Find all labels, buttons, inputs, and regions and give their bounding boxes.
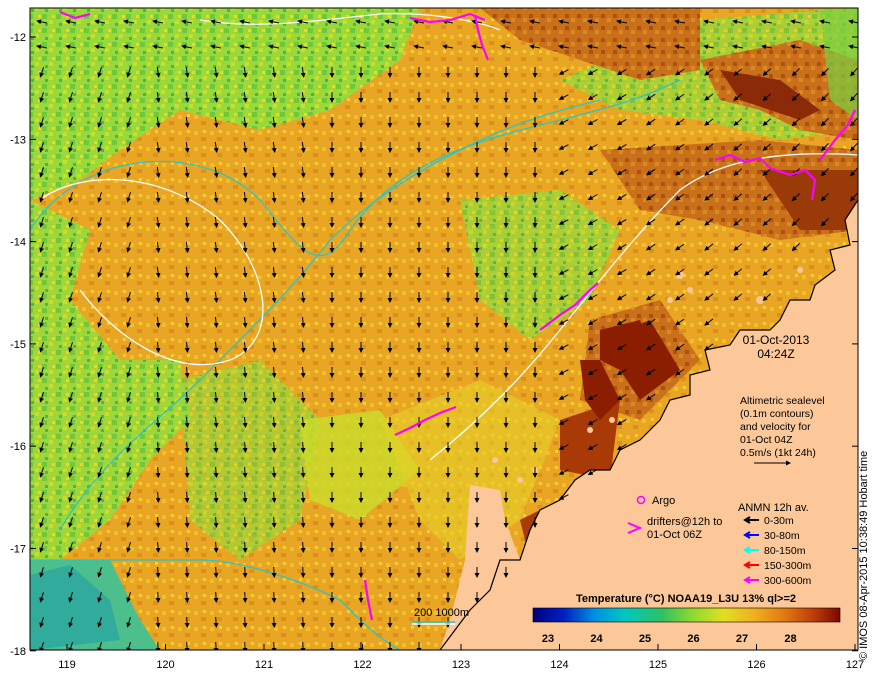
svg-text:01-Oct 04Z: 01-Oct 04Z xyxy=(740,434,793,446)
colorbar-tick-label: 25 xyxy=(639,633,651,645)
isobath-label: 200 1000m xyxy=(414,607,469,619)
velocity-arrow xyxy=(184,616,190,628)
colorbar-tick-label: 24 xyxy=(590,633,603,645)
velocity-arrow xyxy=(300,566,306,578)
lon-tick-label: 122 xyxy=(353,659,371,671)
anmn-1: 30-80m xyxy=(764,530,800,542)
velocity-arrow xyxy=(242,591,248,603)
velocity-arrow xyxy=(213,566,219,578)
velocity-arrow xyxy=(271,591,277,603)
lon-tick-label: 125 xyxy=(649,659,667,671)
colorbar-title: Temperature (°C) NOAA19_L3U 13% ql>=2 xyxy=(576,593,796,605)
velocity-arrow xyxy=(300,591,306,603)
drifters-label-2: 01-Oct 06Z xyxy=(647,529,702,541)
velocity-arrow xyxy=(155,616,161,628)
argo-label: Argo xyxy=(652,495,675,507)
sst-field xyxy=(30,8,858,650)
credit: © IMOS 08-Apr-2015 10:38:49 Hobart time xyxy=(858,450,870,660)
anmn-title: ANMN 12h av. xyxy=(738,502,809,514)
anmn-0: 0-30m xyxy=(764,515,794,527)
velocity-arrow xyxy=(184,566,190,578)
velocity-arrow xyxy=(155,591,161,603)
colorbar xyxy=(532,607,841,623)
velocity-arrow xyxy=(213,616,219,628)
lat-tick-label: -13 xyxy=(10,134,26,146)
svg-text:(0.1m contours): (0.1m contours) xyxy=(740,408,814,420)
velocity-arrow xyxy=(242,616,248,628)
lon-tick-label: 119 xyxy=(58,659,76,671)
sst-map: 119 120 121 122 123 124 125 126 127 -12 -13 -14 -15 -… xyxy=(10,7,864,671)
colorbar-tick-label: 26 xyxy=(687,633,699,645)
lon-tick-label: 121 xyxy=(255,659,273,671)
lat-tick-label: -17 xyxy=(10,544,26,556)
colorbar-tick-label: 23 xyxy=(542,633,554,645)
lat-tick-label: -16 xyxy=(10,441,26,453)
lon-tick-label: 123 xyxy=(452,659,470,671)
velocity-arrow xyxy=(271,566,277,578)
velocity-arrow xyxy=(242,566,248,578)
map-figure: 119 120 121 122 123 124 125 126 127 -12 -13 -14 -15 -… xyxy=(0,0,880,680)
svg-text:and velocity for: and velocity for xyxy=(740,421,811,433)
velocity-arrow xyxy=(155,566,161,578)
velocity-arrow xyxy=(213,591,219,603)
velocity-arrow xyxy=(184,591,190,603)
anmn-4: 300-600m xyxy=(764,575,812,587)
lon-tick-label: 126 xyxy=(747,659,765,671)
lat-tick-label: -15 xyxy=(10,339,26,351)
velocity-arrow xyxy=(300,616,306,628)
svg-text:0.5m/s (1kt 24h): 0.5m/s (1kt 24h) xyxy=(740,447,816,459)
svg-text:Altimetric sealevel: Altimetric sealevel xyxy=(740,395,825,407)
lat-tick-label: -12 xyxy=(10,32,26,44)
lon-tick-label: 120 xyxy=(156,659,174,671)
velocity-arrow xyxy=(271,616,277,628)
lat-tick-label: -18 xyxy=(10,646,26,658)
colorbar-tick-label: 27 xyxy=(736,633,748,645)
date-line2: 04:24Z xyxy=(757,347,794,361)
lon-tick-label: 127 xyxy=(846,659,864,671)
date-line1: 01-Oct-2013 xyxy=(743,333,810,347)
colorbar-tick-label: 28 xyxy=(784,633,796,645)
lon-tick-label: 124 xyxy=(550,659,568,671)
drifters-label-1: drifters@12h to xyxy=(647,516,722,528)
anmn-2: 80-150m xyxy=(764,545,806,557)
lat-tick-label: -14 xyxy=(10,237,26,249)
anmn-3: 150-300m xyxy=(764,560,812,572)
